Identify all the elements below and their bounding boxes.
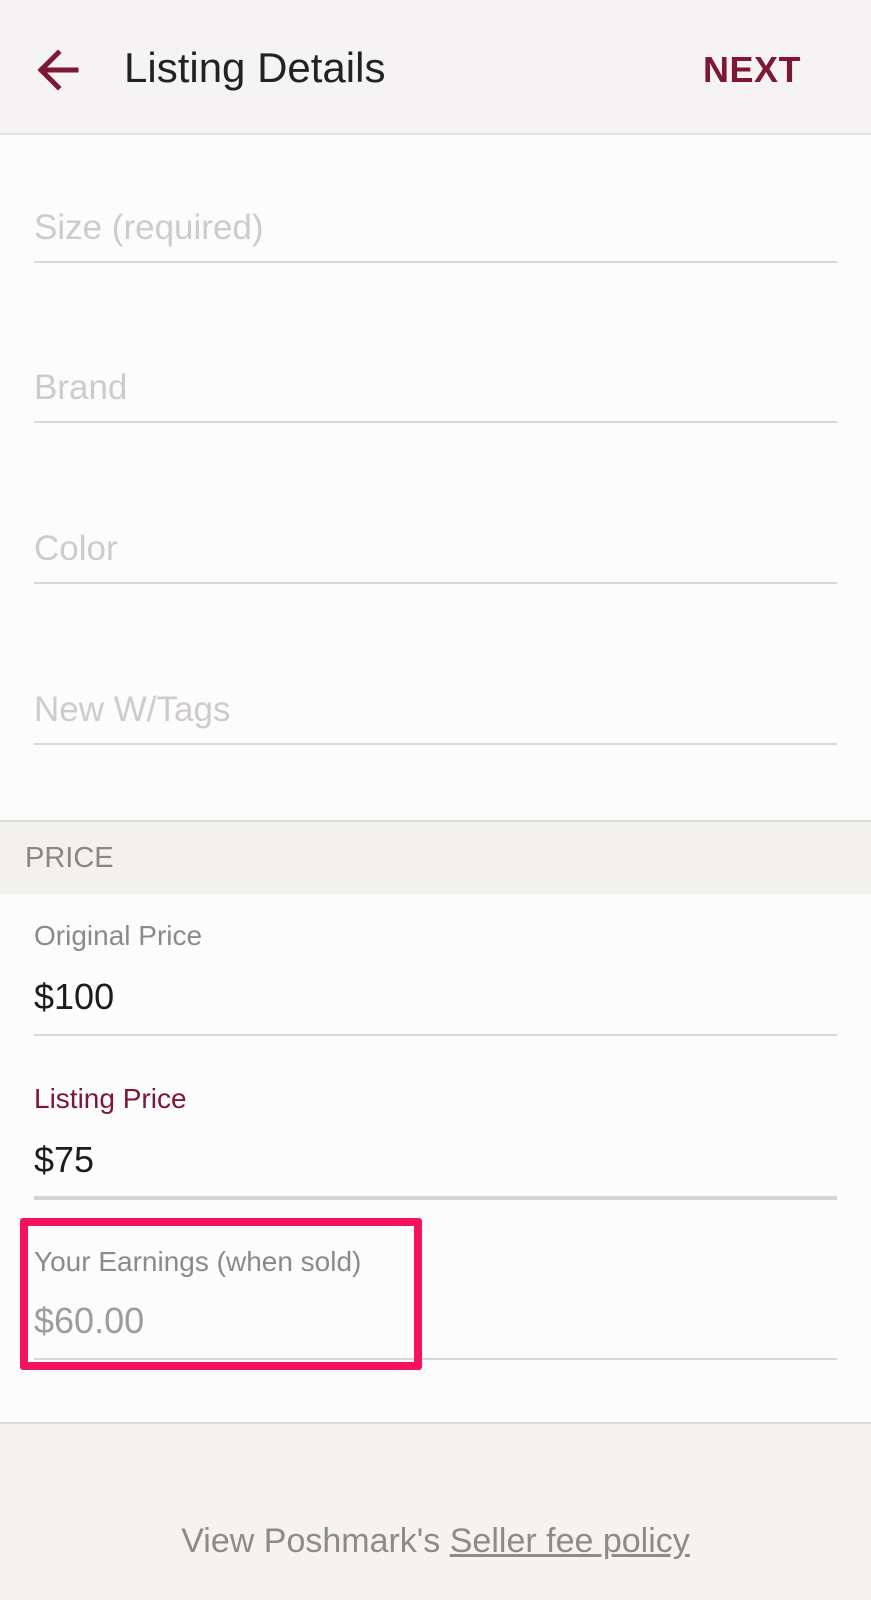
brand-field[interactable]: Brand <box>34 363 837 423</box>
footer-prefix: View Poshmark's <box>181 1522 450 1560</box>
brand-placeholder: Brand <box>34 368 128 407</box>
original-price-underline <box>34 1034 837 1036</box>
app-bar: Listing Details NEXT <box>0 0 871 135</box>
size-placeholder: Size (required) <box>34 208 264 247</box>
seller-fee-footer: View Poshmark's Seller fee policy <box>0 1522 871 1561</box>
page-title: Listing Details <box>124 44 386 91</box>
listing-price-value: $75 <box>34 1139 95 1180</box>
listing-price-label: Listing Price <box>34 1083 187 1114</box>
price-section-title: PRICE <box>25 842 114 874</box>
seller-fee-policy-link[interactable]: Seller fee policy <box>450 1522 690 1560</box>
condition-placeholder: New W/Tags <box>34 690 231 729</box>
original-price-value: $100 <box>34 976 115 1017</box>
price-section-header: PRICE <box>0 820 871 894</box>
next-button[interactable]: NEXT <box>703 44 801 96</box>
listing-details-form: Size (required) Brand Color New W/Tags <box>0 135 871 820</box>
size-field[interactable]: Size (required) <box>34 203 837 263</box>
condition-field[interactable]: New W/Tags <box>34 685 837 745</box>
earnings-highlight-box <box>20 1218 422 1370</box>
color-placeholder: Color <box>34 529 118 568</box>
original-price-label: Original Price <box>34 920 203 951</box>
listing-price-underline <box>34 1196 837 1200</box>
arrow-left-icon <box>37 49 79 91</box>
color-field[interactable]: Color <box>34 524 837 584</box>
back-button[interactable] <box>30 42 86 98</box>
